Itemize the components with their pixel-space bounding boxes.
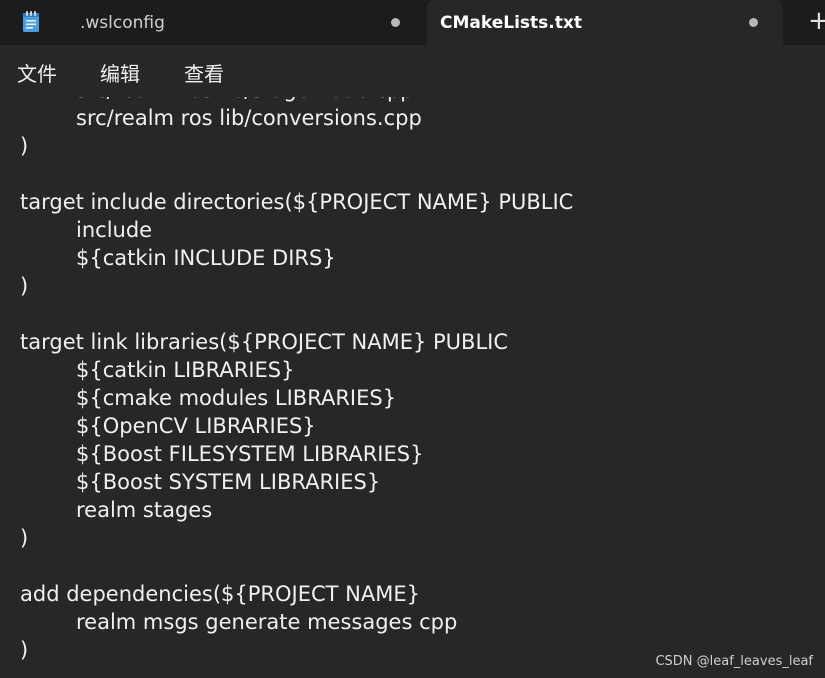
code-line: ${Boost FILESYSTEM LIBRARIES} (76, 442, 424, 466)
tab-cmakelists[interactable]: CMakeLists.txt (427, 0, 783, 45)
tab-bar: .wslconfig CMakeLists.txt + (0, 0, 825, 45)
menu-bar: 文件 编辑 查看 (0, 45, 825, 97)
code-line: ) (20, 526, 29, 550)
new-tab-plus-icon[interactable]: + (808, 8, 825, 34)
code-line: ) (20, 134, 29, 158)
code-line: src/realm ros lib/stage node.cpp (20, 97, 573, 104)
code-line: add dependencies(${PROJECT NAME} (20, 582, 420, 606)
unsaved-dot-icon[interactable] (391, 18, 400, 27)
code-line: realm msgs generate messages cpp (76, 610, 458, 634)
code-line: ${OpenCV LIBRARIES} (76, 414, 316, 438)
code-line: ${Boost SYSTEM LIBRARIES} (76, 470, 381, 494)
code-line: ) (20, 274, 29, 298)
code-line: src/realm ros lib/conversions.cpp (76, 106, 422, 130)
code-line: ) (20, 638, 29, 662)
tab-label: CMakeLists.txt (440, 13, 582, 33)
unsaved-dot-icon[interactable] (749, 18, 758, 27)
menu-view[interactable]: 查看 (184, 58, 224, 87)
code-line: target link libraries(${PROJECT NAME} PU… (20, 330, 508, 354)
watermark: CSDN @leaf_leaves_leaf (655, 654, 813, 669)
code-line: ${catkin LIBRARIES} (76, 358, 295, 382)
menu-file[interactable]: 文件 (17, 58, 57, 87)
notepad-window: .wslconfig CMakeLists.txt + 文件 编辑 查看 src… (0, 0, 825, 678)
text-editor[interactable]: src/realm ros lib/stage node.cpp src/real… (0, 97, 825, 678)
tab-label: .wslconfig (80, 13, 165, 33)
code-line: ${catkin INCLUDE DIRS} (76, 246, 336, 270)
tab-wslconfig[interactable]: .wslconfig (58, 0, 420, 45)
code-lines: src/realm ros lib/stage node.cpp src/real… (20, 97, 573, 664)
code-line: include (76, 218, 153, 242)
code-line: realm stages (76, 498, 213, 522)
code-line: ${cmake modules LIBRARIES} (76, 386, 397, 410)
menu-edit[interactable]: 编辑 (100, 58, 140, 87)
code-line: target include directories(${PROJECT NAM… (20, 190, 574, 214)
notepad-icon[interactable] (22, 11, 40, 33)
